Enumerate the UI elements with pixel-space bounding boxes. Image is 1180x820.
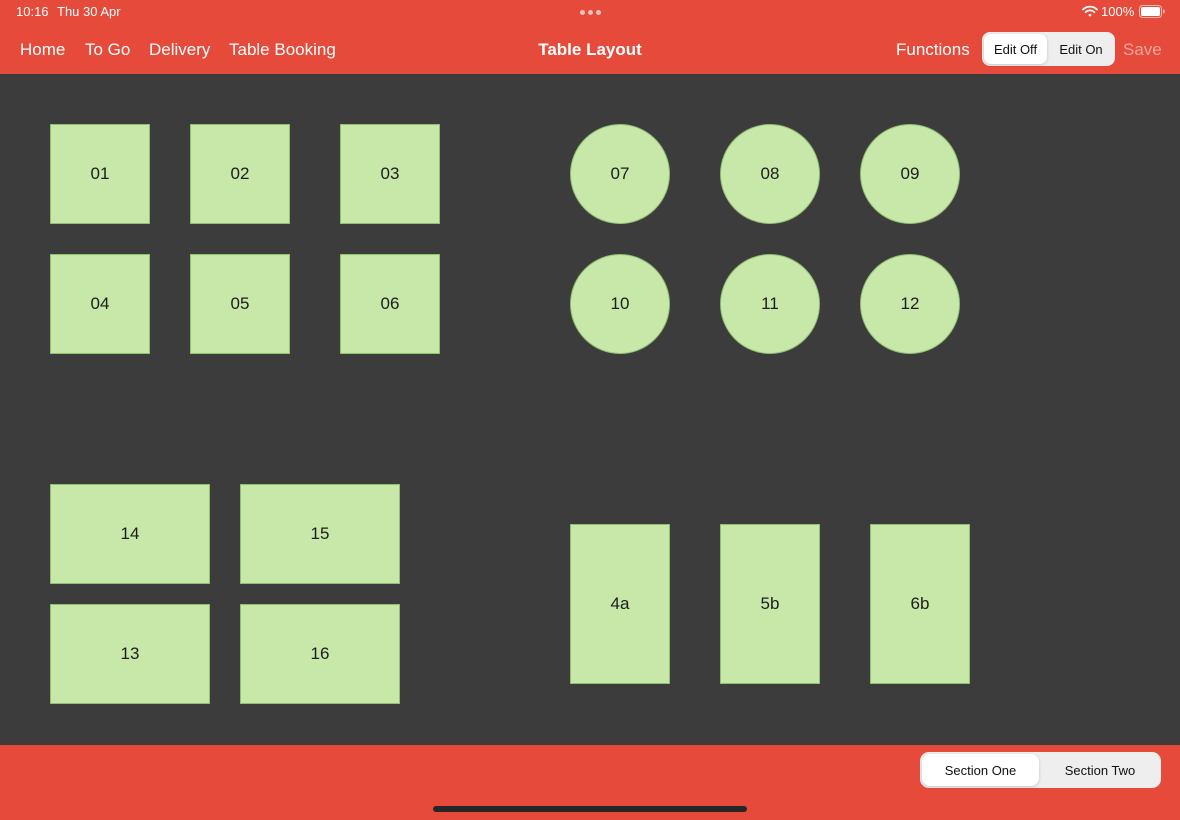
- table-square[interactable]: 04: [50, 254, 150, 354]
- nav-to-go[interactable]: To Go: [85, 40, 130, 60]
- section-two-segment[interactable]: Section Two: [1041, 754, 1159, 786]
- table-round[interactable]: 07: [570, 124, 670, 224]
- status-time: 10:16: [16, 4, 49, 19]
- top-bar: 10:16 Thu 30 Apr 100% Home To Go Deliver…: [0, 0, 1180, 74]
- section-segmented-control: Section One Section Two: [920, 752, 1161, 788]
- table-wide[interactable]: 16: [240, 604, 400, 704]
- table-round[interactable]: 09: [860, 124, 960, 224]
- nav-delivery[interactable]: Delivery: [149, 40, 210, 60]
- table-square[interactable]: 02: [190, 124, 290, 224]
- save-button[interactable]: Save: [1123, 40, 1162, 60]
- table-round[interactable]: 11: [720, 254, 820, 354]
- table-tall[interactable]: 6b: [870, 524, 970, 684]
- table-wide[interactable]: 14: [50, 484, 210, 584]
- battery-percent: 100%: [1101, 4, 1135, 19]
- page-title: Table Layout: [538, 40, 642, 59]
- table-square[interactable]: 05: [190, 254, 290, 354]
- table-wide[interactable]: 15: [240, 484, 400, 584]
- table-tall[interactable]: 5b: [720, 524, 820, 684]
- edit-mode-segmented-control: Edit Off Edit On: [982, 32, 1115, 66]
- table-wide[interactable]: 13: [50, 604, 210, 704]
- table-round[interactable]: 08: [720, 124, 820, 224]
- nav-home[interactable]: Home: [20, 40, 65, 60]
- table-square[interactable]: 03: [340, 124, 440, 224]
- status-bar: 10:16 Thu 30 Apr 100%: [0, 0, 1180, 24]
- battery-icon: [1139, 5, 1165, 18]
- wifi-icon: [1082, 5, 1098, 17]
- table-round[interactable]: 12: [860, 254, 960, 354]
- table-round[interactable]: 10: [570, 254, 670, 354]
- functions-button[interactable]: Functions: [896, 40, 970, 60]
- section-one-segment[interactable]: Section One: [922, 754, 1039, 786]
- table-square[interactable]: 06: [340, 254, 440, 354]
- edit-on-segment[interactable]: Edit On: [1049, 34, 1113, 64]
- nav-table-booking[interactable]: Table Booking: [229, 40, 336, 60]
- table-square[interactable]: 01: [50, 124, 150, 224]
- home-indicator: [433, 806, 747, 812]
- table-tall[interactable]: 4a: [570, 524, 670, 684]
- edit-off-segment[interactable]: Edit Off: [984, 34, 1047, 64]
- more-dots-icon[interactable]: [579, 4, 601, 20]
- status-date: Thu 30 Apr: [57, 4, 121, 19]
